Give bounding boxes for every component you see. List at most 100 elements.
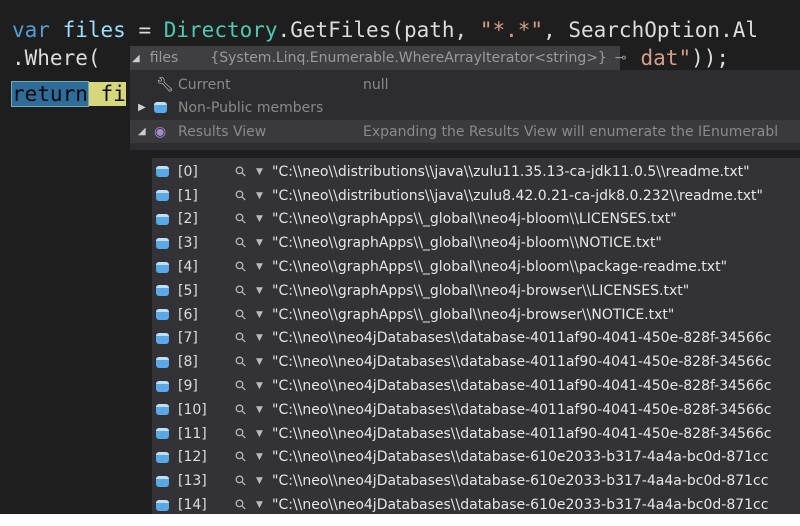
result-value: "C:\\neo\\graphApps\\_global\\neo4j-bloo…	[272, 235, 662, 252]
string-literal: dat"	[640, 46, 692, 70]
string-literal: "*.*"	[479, 18, 544, 42]
result-value: "C:\\neo\\neo4jDatabases\\database-4011a…	[272, 425, 772, 442]
result-row[interactable]: [1] ⚲ ▼ "C:\\neo\\distributions\\java\\z…	[152, 184, 800, 208]
result-value: "C:\\neo\\neo4jDatabases\\database-4011a…	[272, 330, 772, 347]
identifier: files	[62, 18, 126, 42]
operator: =	[125, 18, 164, 42]
member-row-results-view[interactable]: ◢ ◉ Results View Expanding the Results V…	[130, 120, 800, 143]
magnifier-icon[interactable]: ⚲	[232, 496, 251, 514]
visualizer-dropdown-icon[interactable]: ▼	[256, 286, 263, 296]
result-index: [5]	[178, 282, 198, 299]
result-index: [3]	[178, 235, 198, 252]
cube-icon	[156, 190, 169, 202]
result-row[interactable]: [14] ⚲ ▼ "C:\\neo\\neo4jDatabases\\datab…	[152, 493, 800, 514]
result-index: [0]	[178, 163, 198, 180]
visualizer-dropdown-icon[interactable]: ▼	[256, 405, 263, 415]
result-row[interactable]: [3] ⚲ ▼ "C:\\neo\\graphApps\\_global\\ne…	[152, 231, 800, 255]
result-row[interactable]: [2] ⚲ ▼ "C:\\neo\\graphApps\\_global\\ne…	[152, 208, 800, 232]
result-value: "C:\\neo\\graphApps\\_global\\neo4j-brow…	[272, 306, 675, 323]
cube-icon	[156, 428, 169, 440]
member-row-current[interactable]: 🔧︎ Current null	[130, 73, 800, 96]
member-row-non-public[interactable]: ▶ Non-Public members	[130, 96, 800, 119]
cube-icon	[156, 285, 169, 297]
result-index: [1]	[178, 187, 198, 204]
result-row[interactable]: [10] ⚲ ▼ "C:\\neo\\neo4jDatabases\\datab…	[152, 398, 800, 422]
results-list: [0] ⚲ ▼ "C:\\neo\\distributions\\java\\z…	[152, 158, 800, 514]
result-index: [6]	[178, 306, 198, 323]
cube-icon	[156, 475, 169, 487]
result-value: "C:\\neo\\neo4jDatabases\\database-4011a…	[272, 378, 772, 395]
visualizer-dropdown-icon[interactable]: ▼	[256, 333, 263, 343]
visualizer-dropdown-icon[interactable]: ▼	[256, 429, 263, 439]
visualizer-dropdown-icon[interactable]: ▼	[256, 167, 263, 177]
result-index: [13]	[178, 473, 207, 490]
magnifier-icon[interactable]: ⚲	[232, 377, 251, 396]
cube-icon	[156, 332, 169, 344]
magnifier-icon[interactable]: ⚲	[232, 472, 251, 491]
code-editor: var files = Directory.GetFiles(path, "*.…	[0, 0, 800, 514]
cube-icon	[156, 404, 169, 416]
magnifier-icon[interactable]: ⚲	[232, 234, 251, 253]
visualizer-dropdown-icon[interactable]: ▼	[256, 310, 263, 320]
result-index: [12]	[178, 449, 207, 466]
visualizer-dropdown-icon[interactable]: ▼	[256, 191, 263, 201]
member-value: null	[363, 76, 389, 93]
return-keyword-highlight: return	[11, 81, 89, 107]
result-value: "C:\\neo\\graphApps\\_global\\neo4j-bloo…	[272, 211, 677, 228]
code-text: .Where(	[12, 46, 101, 70]
code-line-1: var files = Directory.GetFiles(path, "*.…	[12, 18, 758, 42]
magnifier-icon[interactable]: ⚲	[232, 186, 251, 205]
code-text: ));	[691, 46, 730, 70]
magnifier-icon[interactable]: ⚲	[232, 258, 251, 277]
result-row[interactable]: [11] ⚲ ▼ "C:\\neo\\neo4jDatabases\\datab…	[152, 422, 800, 446]
type-name: Directory	[163, 18, 278, 42]
result-row[interactable]: [9] ⚲ ▼ "C:\\neo\\neo4jDatabases\\databa…	[152, 374, 800, 398]
visualizer-dropdown-icon[interactable]: ▼	[256, 214, 263, 224]
visualizer-dropdown-icon[interactable]: ▼	[256, 381, 263, 391]
result-index: [14]	[178, 497, 207, 514]
member-name: Non-Public members	[178, 99, 324, 116]
magnifier-icon[interactable]: ⚲	[232, 353, 251, 372]
magnifier-icon[interactable]: ⚲	[232, 163, 251, 182]
cube-icon	[156, 237, 169, 249]
magnifier-icon[interactable]: ⚲	[232, 424, 251, 443]
magnifier-icon[interactable]: ⚲	[232, 305, 251, 324]
expand-triangle-icon[interactable]: ▶	[138, 102, 146, 113]
result-value: "C:\\neo\\distributions\\java\\zulu8.42.…	[272, 187, 763, 204]
result-row[interactable]: [6] ⚲ ▼ "C:\\neo\\graphApps\\_global\\ne…	[152, 303, 800, 327]
code-text: fi	[100, 82, 126, 106]
visualizer-dropdown-icon[interactable]: ▼	[256, 238, 263, 248]
result-value: "C:\\neo\\neo4jDatabases\\database-610e2…	[272, 497, 769, 514]
result-value: "C:\\neo\\neo4jDatabases\\database-4011a…	[272, 354, 772, 371]
magnifier-icon[interactable]: ⚲	[232, 401, 251, 420]
magnifier-icon[interactable]: ⚲	[232, 448, 251, 467]
result-value: "C:\\neo\\neo4jDatabases\\database-4011a…	[272, 401, 772, 418]
magnifier-icon[interactable]: ⚲	[232, 282, 251, 301]
result-row[interactable]: [7] ⚲ ▼ "C:\\neo\\neo4jDatabases\\databa…	[152, 327, 800, 351]
result-row[interactable]: [0] ⚲ ▼ "C:\\neo\\distributions\\java\\z…	[152, 160, 800, 184]
code-line-2: .Where( dat"));	[12, 46, 729, 70]
result-index: [9]	[178, 378, 198, 395]
visualizer-dropdown-icon[interactable]: ▼	[256, 476, 263, 486]
datatip-members: 🔧︎ Current null ▶ Non-Public members ◢ ◉…	[130, 70, 800, 150]
result-index: [7]	[178, 330, 198, 347]
code-text: , SearchOption.Al	[543, 18, 758, 42]
visualizer-dropdown-icon[interactable]: ▼	[256, 500, 263, 510]
cube-icon	[156, 499, 169, 511]
result-row[interactable]: [8] ⚲ ▼ "C:\\neo\\neo4jDatabases\\databa…	[152, 350, 800, 374]
magnifier-icon[interactable]: ⚲	[232, 329, 251, 348]
magnifier-icon[interactable]: ⚲	[232, 210, 251, 229]
member-name: Results View	[178, 123, 267, 140]
code-line-3: return fi	[11, 81, 126, 107]
result-index: [2]	[178, 211, 198, 228]
result-row[interactable]: [4] ⚲ ▼ "C:\\neo\\graphApps\\_global\\ne…	[152, 255, 800, 279]
result-value: "C:\\neo\\neo4jDatabases\\database-610e2…	[272, 449, 769, 466]
visualizer-dropdown-icon[interactable]: ▼	[256, 452, 263, 462]
result-row[interactable]: [12] ⚲ ▼ "C:\\neo\\neo4jDatabases\\datab…	[152, 446, 800, 470]
visualizer-dropdown-icon[interactable]: ▼	[256, 262, 263, 272]
collapse-triangle-icon[interactable]: ◢	[138, 126, 146, 137]
cube-icon	[156, 309, 169, 321]
result-row[interactable]: [13] ⚲ ▼ "C:\\neo\\neo4jDatabases\\datab…	[152, 469, 800, 493]
result-row[interactable]: [5] ⚲ ▼ "C:\\neo\\graphApps\\_global\\ne…	[152, 279, 800, 303]
visualizer-dropdown-icon[interactable]: ▼	[256, 357, 263, 367]
